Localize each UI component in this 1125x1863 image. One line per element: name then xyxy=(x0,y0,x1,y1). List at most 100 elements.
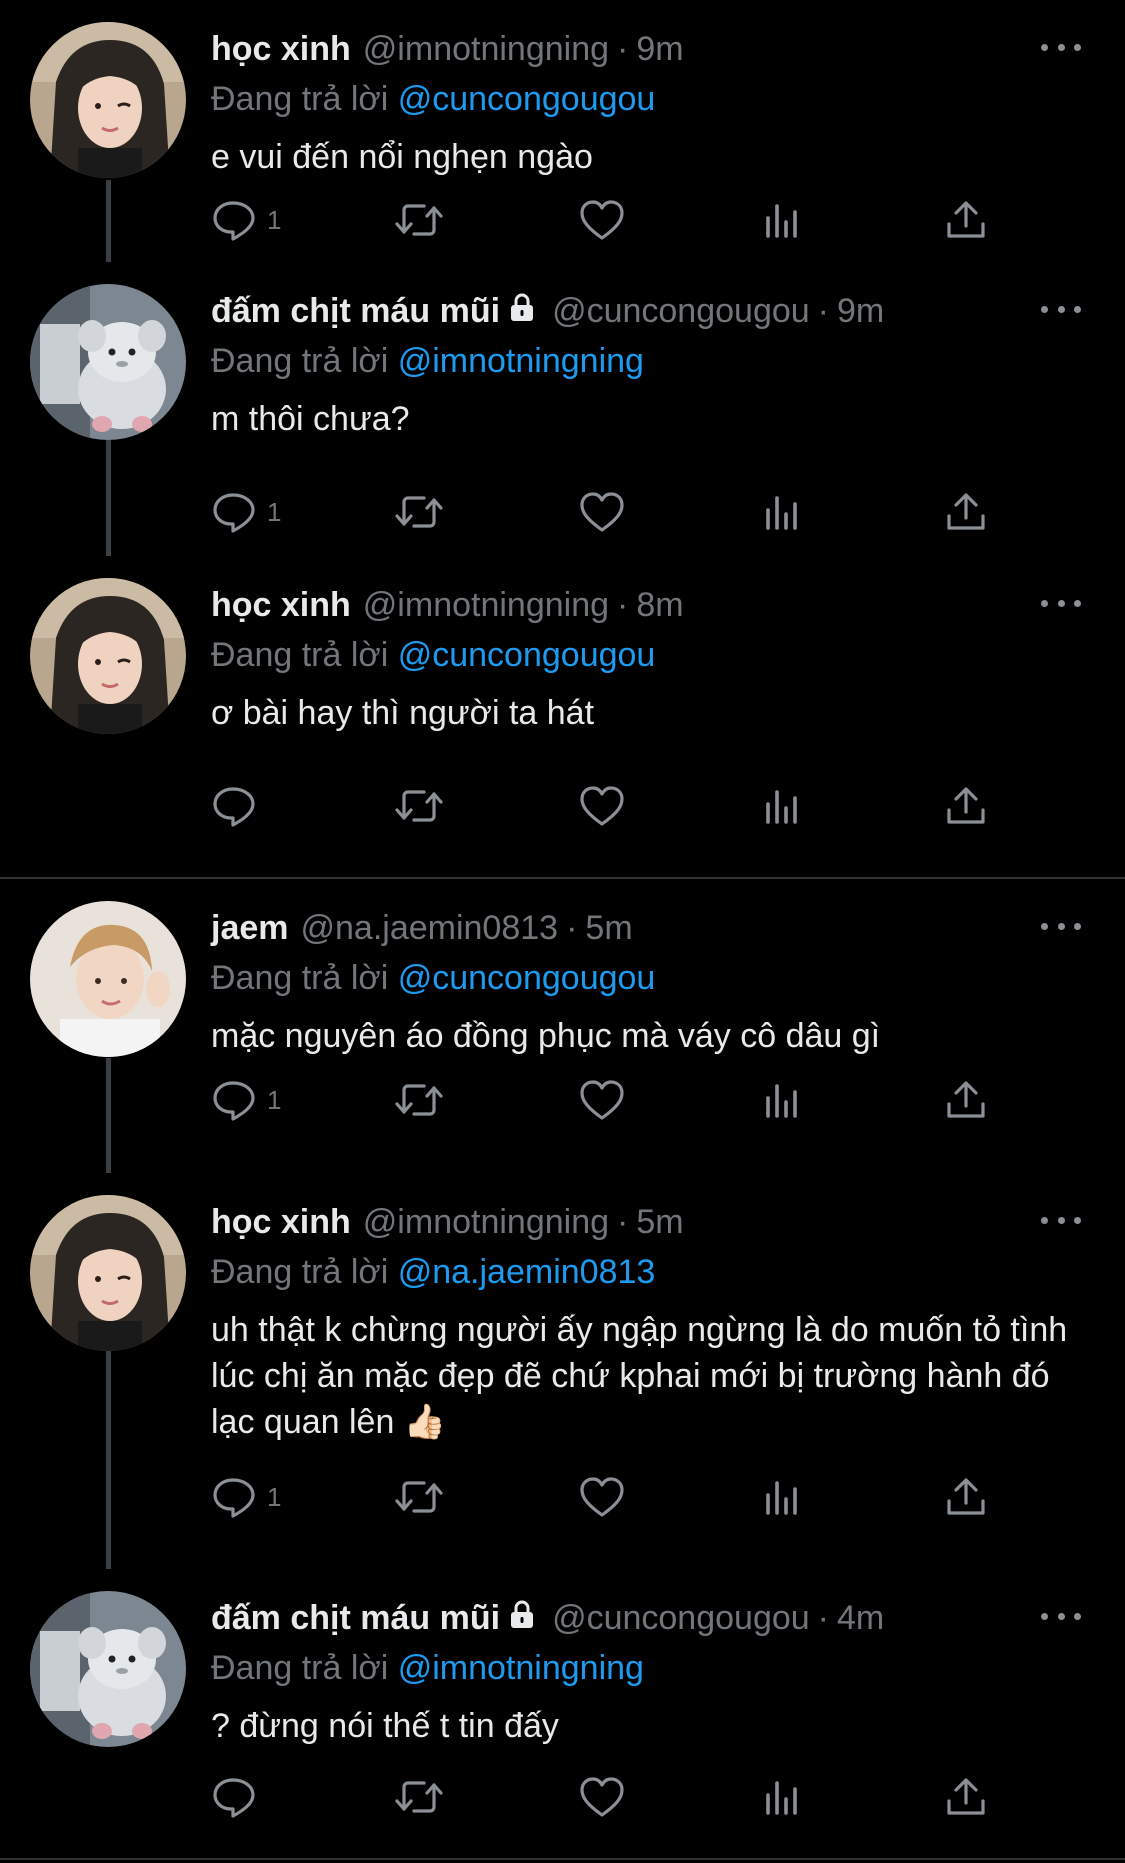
retweet-button[interactable] xyxy=(394,781,444,831)
share-button[interactable] xyxy=(945,781,987,831)
replying-to-label: Đang trả lời xyxy=(211,342,389,380)
reply-icon xyxy=(211,198,257,242)
display-name[interactable]: học xinh xyxy=(211,30,351,69)
tweet[interactable]: học xinh @imnotningning · 8m Đang trả lờ… xyxy=(0,556,1125,876)
more-options-icon[interactable] xyxy=(1041,919,1081,933)
tweet-text: m thôi chưa? xyxy=(211,400,410,438)
timestamp[interactable]: 5m xyxy=(636,1203,683,1242)
like-button[interactable] xyxy=(578,1772,626,1822)
more-options-icon[interactable] xyxy=(1041,1213,1081,1227)
separator-dot: · xyxy=(617,1203,629,1241)
tweet-header: học xinh @imnotningning · 9m xyxy=(211,30,684,69)
replying-to-handle[interactable]: @imnotningning xyxy=(398,1649,644,1687)
username[interactable]: @imnotningning xyxy=(363,586,609,625)
like-button[interactable] xyxy=(578,781,626,831)
bar-chart-icon xyxy=(764,198,800,242)
views-button[interactable] xyxy=(764,487,800,537)
heart-icon xyxy=(578,1775,626,1819)
timestamp[interactable]: 5m xyxy=(585,909,632,948)
tweet[interactable]: jaem @na.jaemin0813 · 5m Đang trả lời @c… xyxy=(0,879,1125,1173)
replying-to-line: Đang trả lời @na.jaemin0813 xyxy=(211,1253,655,1292)
display-name[interactable]: đấm chịt máu mũi xyxy=(211,292,500,331)
replying-to-handle[interactable]: @imnotningning xyxy=(398,342,644,380)
tweet[interactable]: đấm chịt máu mũi @cuncongougou · 9m Đang… xyxy=(0,262,1125,556)
more-options-icon[interactable] xyxy=(1041,1609,1081,1623)
avatar[interactable] xyxy=(30,22,186,178)
share-icon xyxy=(945,490,987,534)
reply-button[interactable]: 1 xyxy=(211,487,281,537)
username[interactable]: @imnotningning xyxy=(363,30,609,69)
retweet-button[interactable] xyxy=(394,1772,444,1822)
avatar[interactable] xyxy=(30,1195,186,1351)
tweet[interactable]: học xinh @imnotningning · 9m Đang trả lờ… xyxy=(0,0,1125,262)
reply-button[interactable]: 1 xyxy=(211,1075,281,1125)
like-button[interactable] xyxy=(578,1472,626,1522)
share-button[interactable] xyxy=(945,1772,987,1822)
share-icon xyxy=(945,1775,987,1819)
bar-chart-icon xyxy=(764,490,800,534)
share-button[interactable] xyxy=(945,487,987,537)
separator-dot: · xyxy=(566,909,578,947)
timestamp[interactable]: 8m xyxy=(636,586,683,625)
replying-to-line: Đang trả lời @cuncongougou xyxy=(211,959,655,998)
username[interactable]: @cuncongougou xyxy=(552,292,810,331)
avatar[interactable] xyxy=(30,901,186,1057)
share-icon xyxy=(945,784,987,828)
tweet-actions: 1 xyxy=(211,1075,1011,1125)
avatar[interactable] xyxy=(30,578,186,734)
retweet-button[interactable] xyxy=(394,195,444,245)
timestamp[interactable]: 9m xyxy=(636,30,683,69)
timestamp[interactable]: 4m xyxy=(837,1599,884,1638)
tweet[interactable]: đấm chịt máu mũi @cuncongougou · 4m Đang… xyxy=(0,1569,1125,1863)
display-name[interactable]: đấm chịt máu mũi xyxy=(211,1599,500,1638)
tweet-actions: 1 xyxy=(211,195,1011,245)
like-button[interactable] xyxy=(578,195,626,245)
tweet[interactable]: học xinh @imnotningning · 5m Đang trả lờ… xyxy=(0,1173,1125,1569)
retweet-button[interactable] xyxy=(394,487,444,537)
share-icon xyxy=(945,1475,987,1519)
share-button[interactable] xyxy=(945,1472,987,1522)
more-options-icon[interactable] xyxy=(1041,302,1081,316)
username[interactable]: @cuncongougou xyxy=(552,1599,810,1638)
username[interactable]: @na.jaemin0813 xyxy=(301,909,559,948)
tweet-header: học xinh @imnotningning · 8m xyxy=(211,586,684,625)
bar-chart-icon xyxy=(764,1475,800,1519)
reply-button[interactable]: 1 xyxy=(211,195,281,245)
retweet-button[interactable] xyxy=(394,1075,444,1125)
more-options-icon[interactable] xyxy=(1041,596,1081,610)
username[interactable]: @imnotningning xyxy=(363,1203,609,1242)
tweet-text: e vui đến nổi nghẹn ngào xyxy=(211,138,593,176)
heart-icon xyxy=(578,1475,626,1519)
heart-icon xyxy=(578,490,626,534)
display-name[interactable]: học xinh xyxy=(211,1203,351,1242)
display-name[interactable]: jaem xyxy=(211,909,289,948)
share-button[interactable] xyxy=(945,1075,987,1125)
replying-to-handle[interactable]: @cuncongougou xyxy=(398,959,656,997)
replying-to-handle[interactable]: @na.jaemin0813 xyxy=(398,1253,656,1291)
replying-to-handle[interactable]: @cuncongougou xyxy=(398,636,656,674)
avatar[interactable] xyxy=(30,1591,186,1747)
views-button[interactable] xyxy=(764,1075,800,1125)
views-button[interactable] xyxy=(764,781,800,831)
bottom-divider xyxy=(0,1858,1125,1860)
views-button[interactable] xyxy=(764,1772,800,1822)
views-button[interactable] xyxy=(764,195,800,245)
retweet-icon xyxy=(394,784,444,828)
more-options-icon[interactable] xyxy=(1041,40,1081,54)
tweet-header: học xinh @imnotningning · 5m xyxy=(211,1203,684,1242)
reply-button[interactable] xyxy=(211,781,267,831)
tweet-actions: 1 xyxy=(211,1472,1011,1522)
avatar[interactable] xyxy=(30,284,186,440)
replying-to-handle[interactable]: @cuncongougou xyxy=(398,80,656,118)
like-button[interactable] xyxy=(578,1075,626,1125)
timestamp[interactable]: 9m xyxy=(837,292,884,331)
tweet-header: jaem @na.jaemin0813 · 5m xyxy=(211,909,633,948)
views-button[interactable] xyxy=(764,1472,800,1522)
retweet-button[interactable] xyxy=(394,1472,444,1522)
share-button[interactable] xyxy=(945,195,987,245)
display-name[interactable]: học xinh xyxy=(211,586,351,625)
reply-button[interactable] xyxy=(211,1772,267,1822)
retweet-icon xyxy=(394,1078,444,1122)
reply-button[interactable]: 1 xyxy=(211,1472,281,1522)
like-button[interactable] xyxy=(578,487,626,537)
